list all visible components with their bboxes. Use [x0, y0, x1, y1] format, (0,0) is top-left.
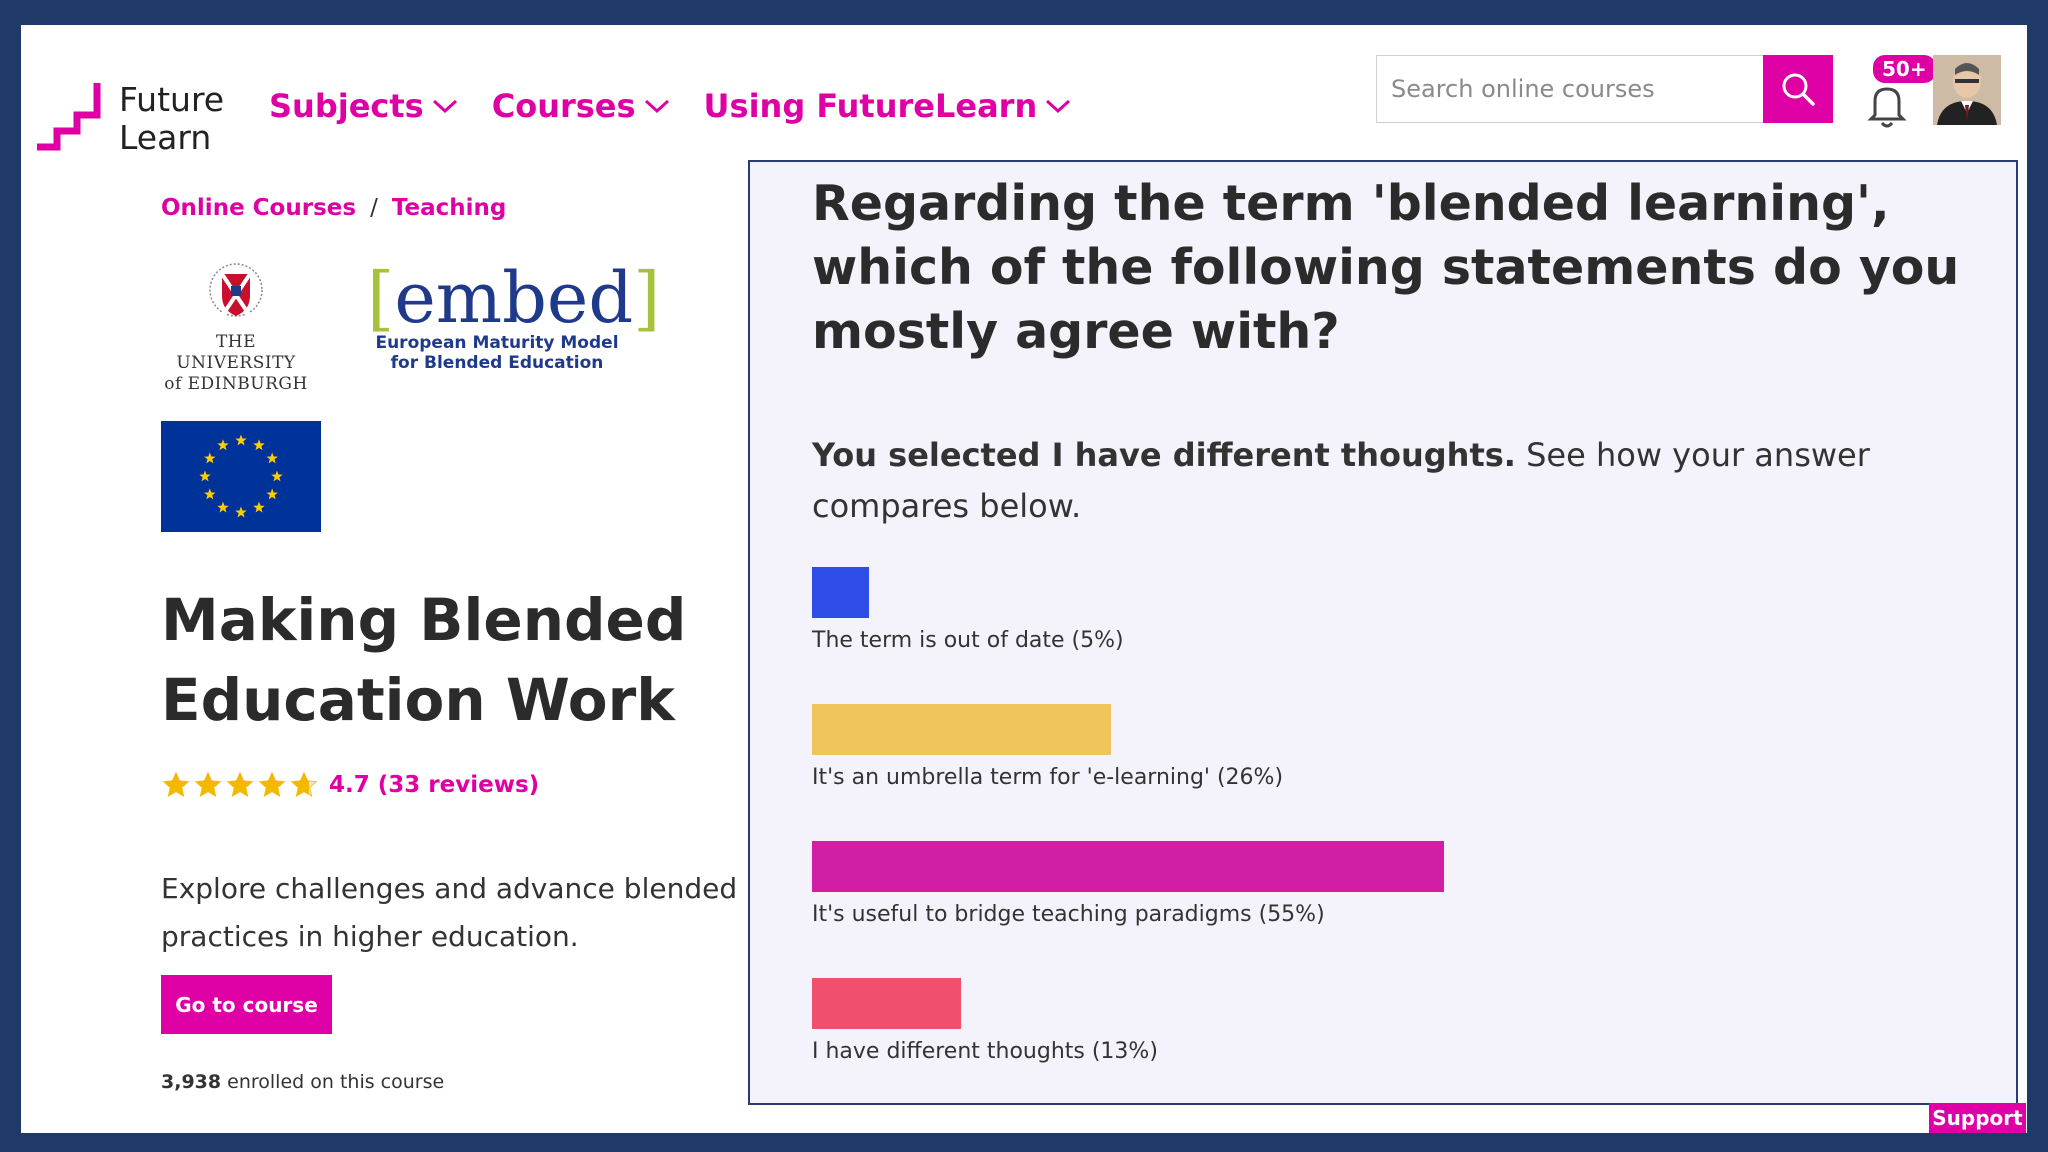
star-icon	[290, 771, 318, 798]
university-of-edinburgh-logo: THE UNIVERSITY of EDINBURGH	[161, 260, 311, 395]
poll-option: It's an umbrella term for 'e-learning' (…	[812, 704, 1283, 790]
breadcrumb-teaching[interactable]: Teaching	[392, 195, 506, 221]
avatar-person-icon	[1933, 55, 2001, 125]
poll-bar	[812, 978, 961, 1029]
embed-logo: [embed] European Maturity Model for Blen…	[367, 257, 661, 373]
poll-question: Regarding the term 'blended learning', w…	[812, 175, 1960, 360]
chevron-down-icon	[432, 99, 457, 114]
breadcrumb-online-courses[interactable]: Online Courses	[161, 195, 356, 221]
go-to-course-button[interactable]: Go to course	[161, 975, 332, 1034]
poll-option-label: It's useful to bridge teaching paradigms…	[812, 902, 1325, 927]
chevron-down-icon	[644, 99, 669, 114]
breadcrumb: Online Courses / Teaching	[161, 195, 506, 221]
star-icon	[258, 771, 286, 798]
search-icon	[1782, 73, 1815, 106]
poll-bar	[812, 841, 1444, 892]
chevron-down-icon	[1046, 99, 1071, 114]
embed-wordmark: [embed]	[367, 257, 661, 339]
star-icon	[194, 771, 222, 798]
embed-subtitle: European Maturity Model for Blended Educ…	[375, 333, 619, 373]
poll-option: It's useful to bridge teaching paradigms…	[812, 841, 1444, 927]
nav-using-futurelearn[interactable]: Using FutureLearn	[704, 87, 1072, 125]
poll-option-label: It's an umbrella term for 'e-learning' (…	[812, 765, 1284, 790]
search-field	[1376, 55, 1766, 123]
star-rating	[161, 770, 319, 800]
edinburgh-crest-icon	[209, 263, 263, 318]
course-rating[interactable]: 4.7 (33 reviews)	[161, 770, 539, 800]
browser-page: Future Learn Subjects Courses Using Futu…	[21, 25, 2027, 1133]
course-title: Making Blended Education Work	[161, 586, 687, 734]
rating-text[interactable]: 4.7 (33 reviews)	[329, 772, 539, 798]
logo-text: Future Learn	[119, 80, 225, 157]
logo-mark-icon	[37, 83, 101, 151]
poll-selected-answer: You selected I have different thoughts. …	[812, 436, 1870, 525]
eu-flag-icon	[161, 421, 321, 532]
user-avatar[interactable]	[1933, 55, 2001, 125]
star-icon	[162, 771, 190, 798]
uoe-wordmark: THE UNIVERSITY of EDINBURGH	[164, 332, 308, 394]
enrolled-count: 3,938 enrolled on this course	[161, 1071, 445, 1093]
nav-subjects[interactable]: Subjects	[269, 87, 458, 125]
search-input[interactable]	[1391, 75, 1765, 103]
bell-icon[interactable]	[1867, 77, 1907, 131]
support-button[interactable]: Support	[1929, 1103, 2026, 1133]
poll-option-label: The term is out of date (5%)	[812, 628, 1124, 653]
search-button[interactable]	[1763, 55, 1833, 123]
star-icon	[226, 771, 254, 798]
poll-option-label: I have different thoughts (13%)	[812, 1039, 1158, 1064]
poll-option: I have different thoughts (13%)	[812, 978, 1158, 1064]
poll-bar	[812, 567, 869, 618]
main-nav: Subjects Courses Using FutureLearn	[269, 87, 1071, 125]
poll-bar	[812, 704, 1111, 755]
poll-results-panel: Regarding the term 'blended learning', w…	[748, 160, 2018, 1105]
nav-courses[interactable]: Courses	[492, 87, 670, 125]
breadcrumb-separator: /	[370, 195, 378, 221]
notification-badge: 50+	[1871, 53, 1938, 85]
futurelearn-logo[interactable]: Future Learn	[33, 55, 233, 157]
poll-option: The term is out of date (5%)	[812, 567, 1124, 653]
